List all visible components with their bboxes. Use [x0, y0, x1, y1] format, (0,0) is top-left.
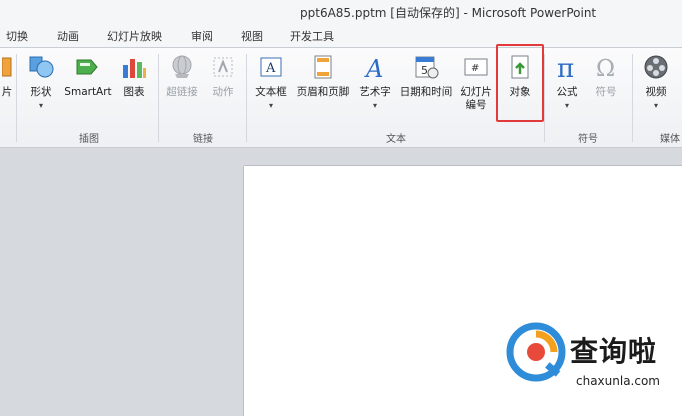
- video-button[interactable]: 视频 ▾: [638, 54, 674, 128]
- slide-number-icon: #: [463, 54, 489, 80]
- datetime-label: 日期和时间: [399, 86, 453, 98]
- action-button[interactable]: 动作: [206, 54, 240, 128]
- chart-button[interactable]: 图表: [118, 54, 150, 128]
- object-label: 对象: [509, 86, 531, 98]
- insert-object-icon: [507, 54, 533, 80]
- shapes-icon: [28, 54, 54, 80]
- wordart-icon: A: [362, 54, 388, 83]
- calendar-clock-icon: 5: [413, 54, 439, 80]
- separator: [544, 54, 545, 142]
- separator: [246, 54, 247, 142]
- equation-button[interactable]: π 公式 ▾: [550, 54, 584, 128]
- ribbon: 片 形状 ▾ SmartArt 图表 插图 超链接 动作 链接 A 文本框 ▾ …: [0, 48, 682, 148]
- video-label: 视频: [645, 86, 667, 98]
- datetime-button[interactable]: 5 日期和时间: [397, 54, 455, 128]
- chevron-down-icon: ▾: [38, 101, 43, 110]
- partial-button[interactable]: 片: [0, 54, 14, 128]
- slide-number-button[interactable]: # 幻灯片 编号: [457, 54, 495, 128]
- shape-button[interactable]: 形状 ▾: [24, 54, 58, 128]
- svg-text:#: #: [471, 63, 479, 74]
- chart-label: 图表: [123, 86, 145, 98]
- separator: [158, 54, 159, 142]
- omega-icon: Ω: [593, 54, 619, 82]
- tab-view[interactable]: 视图: [241, 28, 263, 44]
- header-footer-label: 页眉和页脚: [296, 86, 350, 98]
- group-label-illustrations: 插图: [79, 134, 99, 145]
- svg-text:5: 5: [421, 64, 428, 77]
- action-label: 动作: [212, 86, 234, 98]
- symbol-label: 符号: [595, 86, 617, 98]
- group-label-text: 文本: [386, 134, 406, 145]
- wordart-label: 艺术字: [359, 86, 391, 98]
- ribbon-tabs: 切换 动画 幻灯片放映 审阅 视图 开发工具: [0, 24, 682, 48]
- smartart-label: SmartArt: [64, 86, 112, 98]
- textbox-button[interactable]: A 文本框 ▾: [252, 54, 290, 128]
- header-footer-button[interactable]: 页眉和页脚: [293, 54, 353, 128]
- film-reel-icon: [643, 54, 669, 80]
- smartart-icon: [75, 54, 101, 80]
- group-label-links: 链接: [193, 134, 213, 145]
- header-footer-icon: [310, 54, 336, 80]
- chevron-down-icon: ▾: [564, 101, 569, 110]
- chevron-down-icon: ▾: [268, 101, 273, 110]
- textbox-icon: A: [258, 54, 284, 80]
- hyperlink-label: 超链接: [166, 86, 198, 98]
- smartart-button[interactable]: SmartArt: [62, 54, 114, 128]
- tab-animations[interactable]: 动画: [57, 28, 79, 44]
- group-label-symbols: 符号: [578, 134, 598, 145]
- svg-text:Ω: Ω: [596, 56, 615, 80]
- partial-label: 片: [1, 86, 13, 98]
- svg-text:A: A: [364, 55, 383, 80]
- slide-number-label-line1: 幻灯片: [460, 86, 492, 98]
- object-button[interactable]: 对象: [499, 54, 541, 128]
- slide-number-label-line2: 编号: [465, 99, 487, 111]
- symbol-button[interactable]: Ω 符号: [588, 54, 624, 128]
- shape-label: 形状: [30, 86, 52, 98]
- wordart-button[interactable]: A 艺术字 ▾: [355, 54, 395, 128]
- bar-chart-icon: [121, 54, 147, 80]
- tab-slideshow[interactable]: 幻灯片放映: [107, 28, 162, 44]
- svg-text:A: A: [265, 61, 276, 76]
- group-label-media: 媒体: [660, 134, 680, 145]
- watermark-url: chaxunla.com: [576, 374, 660, 388]
- watermark-brand: 查询啦: [570, 335, 658, 368]
- separator: [632, 54, 633, 142]
- title-bar: ppt6A85.pptm [自动保存的] - Microsoft PowerPo…: [0, 0, 682, 24]
- hyperlink-button[interactable]: 超链接: [163, 54, 201, 128]
- separator: [16, 54, 17, 142]
- tab-transitions[interactable]: 切换: [6, 28, 28, 44]
- action-icon: [210, 54, 236, 80]
- chevron-down-icon: ▾: [653, 101, 658, 110]
- svg-text:π: π: [557, 54, 574, 80]
- equation-label: 公式: [556, 86, 578, 98]
- watermark-logo-icon: [506, 322, 566, 382]
- tab-review[interactable]: 审阅: [191, 28, 213, 44]
- textbox-label: 文本框: [255, 86, 287, 98]
- globe-link-icon: [169, 54, 195, 80]
- picture-icon: [1, 54, 12, 80]
- pi-icon: π: [554, 54, 580, 84]
- chevron-down-icon: ▾: [372, 101, 377, 110]
- window-title: ppt6A85.pptm [自动保存的] - Microsoft PowerPo…: [300, 6, 597, 20]
- watermark: 查询啦 chaxunla.com: [506, 322, 676, 408]
- tab-developer[interactable]: 开发工具: [290, 28, 334, 44]
